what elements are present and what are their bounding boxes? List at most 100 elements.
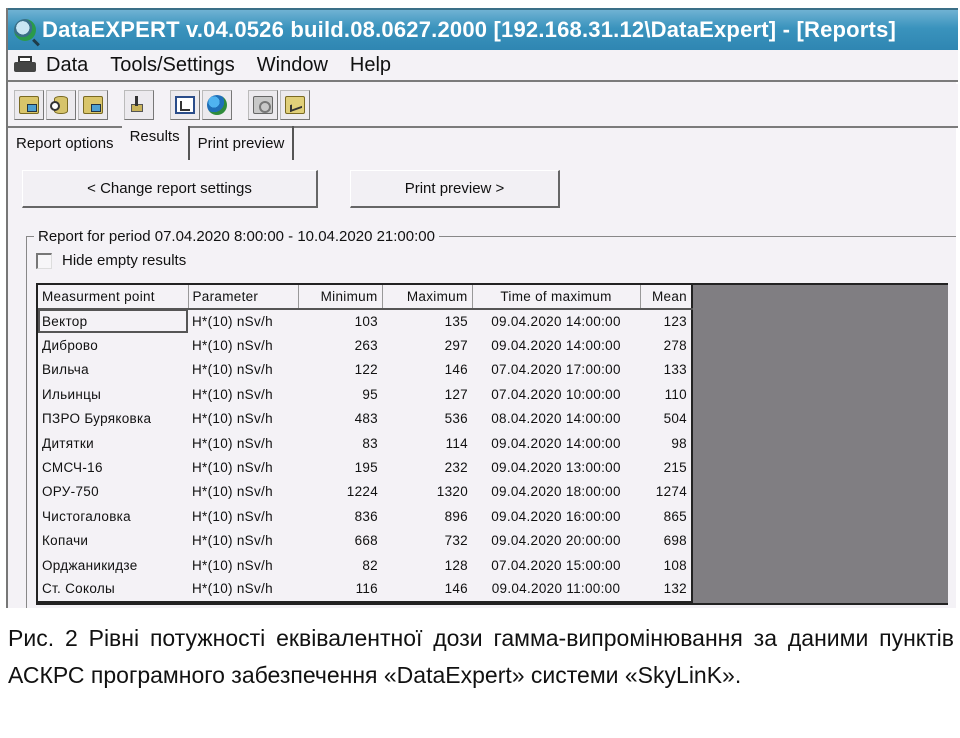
cell-point[interactable]: Диброво	[38, 333, 188, 357]
cell-parameter[interactable]: H*(10) nSv/h	[188, 577, 298, 603]
menu-window[interactable]: Window	[257, 54, 328, 77]
cell-point[interactable]: Ст. Соколы	[38, 577, 188, 603]
cell-minimum[interactable]: 95	[298, 382, 382, 406]
table-row[interactable]: ПЗРО Буряковка H*(10) nSv/h 483 536 08.04.20…	[38, 406, 693, 431]
cell-minimum[interactable]: 668	[298, 529, 382, 553]
cell-minimum[interactable]: 116	[298, 577, 382, 603]
chart-folder-button[interactable]	[280, 90, 310, 120]
cell-mean[interactable]: 865	[640, 504, 693, 529]
cell-time-of-maximum[interactable]: 09.04.2020 18:00:00	[472, 480, 640, 504]
table-row[interactable]: Орджаникидзе H*(10) nSv/h 82 128 07.04.2020 …	[38, 552, 693, 578]
cell-maximum[interactable]: 232	[382, 455, 472, 479]
cell-mean[interactable]: 278	[640, 333, 693, 358]
cell-point[interactable]: СМСЧ-16	[38, 455, 188, 479]
table-row[interactable]: Дитятки H*(10) nSv/h 83 114 09.04.2020 14:00…	[38, 430, 693, 456]
cell-time-of-maximum[interactable]: 09.04.2020 13:00:00	[472, 455, 640, 479]
cell-parameter[interactable]: H*(10) nSv/h	[188, 455, 298, 479]
cell-mean[interactable]: 504	[640, 406, 693, 431]
cell-maximum[interactable]: 297	[382, 333, 472, 357]
open-archive-button[interactable]	[14, 90, 44, 120]
col-header-time-of-maximum[interactable]: Time of maximum	[472, 285, 641, 310]
table-row[interactable]: СМСЧ-16 H*(10) nSv/h 195 232 09.04.2020 13:0…	[38, 455, 693, 480]
hide-empty-checkbox[interactable]	[36, 252, 52, 269]
cell-mean[interactable]: 108	[640, 552, 693, 578]
cell-minimum[interactable]: 836	[298, 504, 382, 528]
cell-parameter[interactable]: H*(10) nSv/h	[188, 480, 298, 504]
menu-help[interactable]: Help	[350, 54, 391, 77]
cell-parameter[interactable]: H*(10) nSv/h	[188, 333, 298, 357]
table-row[interactable]: Ильинцы H*(10) nSv/h 95 127 07.04.2020 10:00…	[38, 382, 693, 407]
col-header-point[interactable]: Measurment point	[38, 285, 189, 310]
cell-parameter[interactable]: H*(10) nSv/h	[188, 431, 298, 455]
cell-time-of-maximum[interactable]: 09.04.2020 11:00:00	[472, 577, 640, 603]
cell-mean[interactable]: 132	[640, 577, 693, 603]
cell-point[interactable]: Ильинцы	[38, 382, 188, 406]
cell-parameter[interactable]: H*(10) nSv/h	[188, 553, 298, 577]
table-row[interactable]: Вильча H*(10) nSv/h 122 146 07.04.2020 17:00…	[38, 357, 693, 383]
tree-view-button[interactable]	[170, 90, 200, 120]
cell-minimum[interactable]: 263	[298, 333, 382, 357]
cell-time-of-maximum[interactable]: 09.04.2020 16:00:00	[472, 504, 640, 528]
cell-maximum[interactable]: 732	[382, 529, 472, 553]
change-report-settings-button[interactable]: < Change report settings	[22, 170, 318, 208]
col-header-minimum[interactable]: Minimum	[298, 285, 383, 310]
cell-point[interactable]: Копачи	[38, 529, 188, 553]
table-row[interactable]: Чистогаловка H*(10) nSv/h 836 896 09.04.2020…	[38, 504, 693, 529]
table-row[interactable]: ОРУ-750 H*(10) nSv/h 1224 1320 09.04.2020 18…	[38, 479, 693, 505]
cell-time-of-maximum[interactable]: 07.04.2020 15:00:00	[472, 553, 640, 577]
cell-mean[interactable]: 1274	[640, 479, 693, 505]
settings-folder-button[interactable]	[248, 90, 278, 120]
globe-button[interactable]	[202, 90, 232, 120]
cell-maximum[interactable]: 146	[382, 358, 472, 382]
cell-mean[interactable]: 110	[640, 382, 693, 407]
cell-mean[interactable]: 215	[640, 455, 693, 480]
table-row[interactable]: Вектор H*(10) nSv/h 103 135 09.04.2020 14:00…	[38, 309, 693, 334]
cell-point[interactable]: Чистогаловка	[38, 504, 188, 528]
cell-mean[interactable]: 98	[640, 430, 693, 456]
cell-parameter[interactable]: H*(10) nSv/h	[188, 358, 298, 382]
cell-maximum[interactable]: 128	[382, 553, 472, 577]
cell-time-of-maximum[interactable]: 07.04.2020 10:00:00	[472, 382, 640, 406]
col-header-mean[interactable]: Mean	[640, 285, 693, 310]
cell-time-of-maximum[interactable]: 09.04.2020 20:00:00	[472, 529, 640, 553]
cell-maximum[interactable]: 1320	[382, 480, 472, 504]
cell-mean[interactable]: 133	[640, 357, 693, 383]
export-button[interactable]	[124, 90, 154, 120]
printer-icon[interactable]	[14, 56, 36, 74]
cell-point[interactable]: Дитятки	[38, 431, 188, 455]
table-row[interactable]: Диброво H*(10) nSv/h 263 297 09.04.2020 14:0…	[38, 333, 693, 358]
cell-maximum[interactable]: 896	[382, 504, 472, 528]
cell-time-of-maximum[interactable]: 08.04.2020 14:00:00	[472, 407, 640, 431]
table-row[interactable]: Ст. Соколы H*(10) nSv/h 116 146 09.04.2020 1…	[38, 577, 693, 603]
cell-minimum[interactable]: 1224	[298, 480, 382, 504]
col-header-maximum[interactable]: Maximum	[382, 285, 473, 310]
col-header-parameter[interactable]: Parameter	[188, 285, 299, 310]
tab-print-preview[interactable]: Print preview	[187, 126, 295, 160]
cell-mean[interactable]: 698	[640, 528, 693, 553]
table-row[interactable]: Копачи H*(10) nSv/h 668 732 09.04.2020 20:00…	[38, 528, 693, 553]
menu-data[interactable]: Data	[46, 54, 88, 77]
cell-maximum[interactable]: 536	[382, 407, 472, 431]
import-database-button[interactable]	[46, 90, 76, 120]
cell-time-of-maximum[interactable]: 09.04.2020 14:00:00	[472, 333, 640, 357]
cell-minimum[interactable]: 483	[298, 407, 382, 431]
cell-minimum[interactable]: 195	[298, 455, 382, 479]
cell-parameter[interactable]: H*(10) nSv/h	[188, 504, 298, 528]
cell-maximum[interactable]: 135	[382, 309, 472, 333]
cell-time-of-maximum[interactable]: 09.04.2020 14:00:00	[472, 309, 640, 333]
cell-maximum[interactable]: 146	[382, 577, 472, 603]
cell-time-of-maximum[interactable]: 07.04.2020 17:00:00	[472, 358, 640, 382]
print-preview-button[interactable]: Print preview >	[350, 170, 560, 208]
cell-maximum[interactable]: 127	[382, 382, 472, 406]
cell-parameter[interactable]: H*(10) nSv/h	[188, 407, 298, 431]
cell-time-of-maximum[interactable]: 09.04.2020 14:00:00	[472, 431, 640, 455]
cell-parameter[interactable]: H*(10) nSv/h	[188, 309, 298, 333]
cell-maximum[interactable]: 114	[382, 431, 472, 455]
cell-parameter[interactable]: H*(10) nSv/h	[188, 382, 298, 406]
cell-point[interactable]: Орджаникидзе	[38, 553, 188, 577]
menu-tools-settings[interactable]: Tools/Settings	[110, 54, 235, 77]
cell-minimum[interactable]: 83	[298, 431, 382, 455]
cell-minimum[interactable]: 103	[298, 309, 382, 333]
tab-results[interactable]: Results	[121, 126, 188, 160]
cell-point[interactable]: Вильча	[38, 358, 188, 382]
